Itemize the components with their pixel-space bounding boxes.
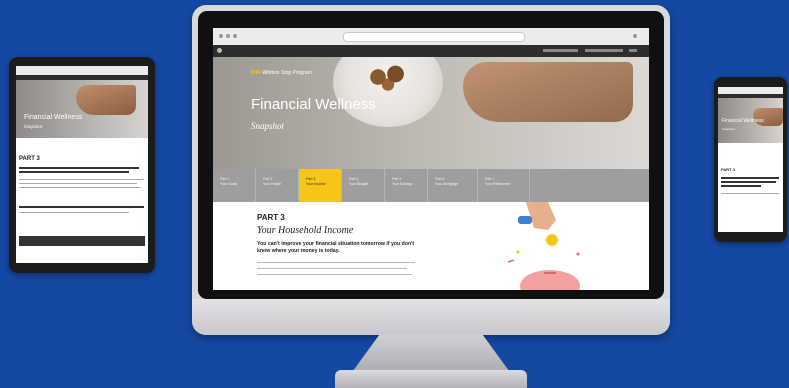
desktop-monitor: WiFi Attrition Stop Program Financial We… (192, 5, 670, 335)
hand-illustration (526, 202, 556, 230)
piggy-bank-illustration (507, 202, 580, 290)
phone-device: Financial Wellness Snapshot PART 3 (714, 77, 787, 242)
hero-kicker: WiFi Attrition Stop Program (251, 70, 312, 76)
tablet-hero-subtitle: Snapshot (24, 125, 43, 130)
main-content: PART 3 Your Household Income You can't i… (213, 202, 649, 290)
hero-title: Financial Wellness (251, 96, 376, 113)
browser-menu-icon[interactable] (633, 34, 637, 38)
section-title: Your Household Income (257, 225, 354, 236)
tab-part-3[interactable]: Part 3 Your Income (299, 169, 342, 202)
browser-back-icon[interactable] (219, 34, 223, 38)
tab-part-5[interactable]: Part 5 Your Savings (385, 169, 428, 202)
coins-image (363, 62, 413, 92)
monitor-bezel: WiFi Attrition Stop Program Financial We… (198, 11, 664, 299)
tablet-hand-image (76, 85, 136, 115)
phone-hero-subtitle: Snapshot (722, 127, 735, 131)
phone-browser-bar (718, 87, 783, 94)
tab-part-1[interactable]: Part 1 Your Goals (213, 169, 256, 202)
phone-screen: Financial Wellness Snapshot PART 3 (718, 87, 783, 232)
site-nav-bar (213, 45, 649, 57)
tab-part-7[interactable]: Part 7 Your Retirement (478, 169, 530, 202)
phone-part-label: PART 3 (721, 167, 735, 172)
browser-chrome (213, 28, 649, 46)
nav-link-1[interactable] (543, 49, 578, 52)
address-bar[interactable] (343, 32, 525, 42)
lead-paragraph: You can't improve your financial situati… (257, 241, 415, 254)
monitor-chin (192, 299, 670, 335)
sleeve-illustration (518, 216, 532, 224)
phone-hero-title: Financial Wellness (722, 118, 764, 124)
tab-part-2[interactable]: Part 2 Your Health (256, 169, 299, 202)
site-logo-icon[interactable] (217, 48, 222, 53)
tablet-hero: Financial Wellness Snapshot (16, 80, 148, 138)
body-paragraph (257, 259, 417, 275)
browser-forward-icon[interactable] (226, 34, 230, 38)
phone-hero: Financial Wellness Snapshot (718, 98, 783, 143)
part-tabs: Part 1 Your Goals Part 2 Your Health Part … (213, 169, 649, 202)
coin-illustration (546, 234, 558, 246)
hand-image (463, 62, 633, 122)
tablet-device: Financial Wellness Snapshot PART 3 (9, 57, 155, 273)
tablet-hero-title: Financial Wellness (24, 114, 83, 121)
tab-part-4[interactable]: Part 4 Your Budget (342, 169, 385, 202)
nav-link-3[interactable] (629, 49, 637, 52)
tablet-browser-bar (16, 66, 148, 75)
tablet-input-bar[interactable] (19, 236, 145, 246)
tab-part-6[interactable]: Part 6 Your Mortgage (428, 169, 478, 202)
monitor-stand-neck (350, 335, 512, 375)
nav-link-2[interactable] (585, 49, 623, 52)
tablet-screen: Financial Wellness Snapshot PART 3 (16, 66, 148, 263)
monitor-stand-base (335, 370, 527, 388)
tablet-part-label: PART 3 (19, 156, 40, 162)
monitor-screen: WiFi Attrition Stop Program Financial We… (213, 28, 649, 290)
part-label: PART 3 (257, 213, 285, 222)
browser-reload-icon[interactable] (233, 34, 237, 38)
hero-subtitle: Snapshot (251, 121, 285, 131)
hero-banner: WiFi Attrition Stop Program Financial We… (213, 57, 649, 169)
